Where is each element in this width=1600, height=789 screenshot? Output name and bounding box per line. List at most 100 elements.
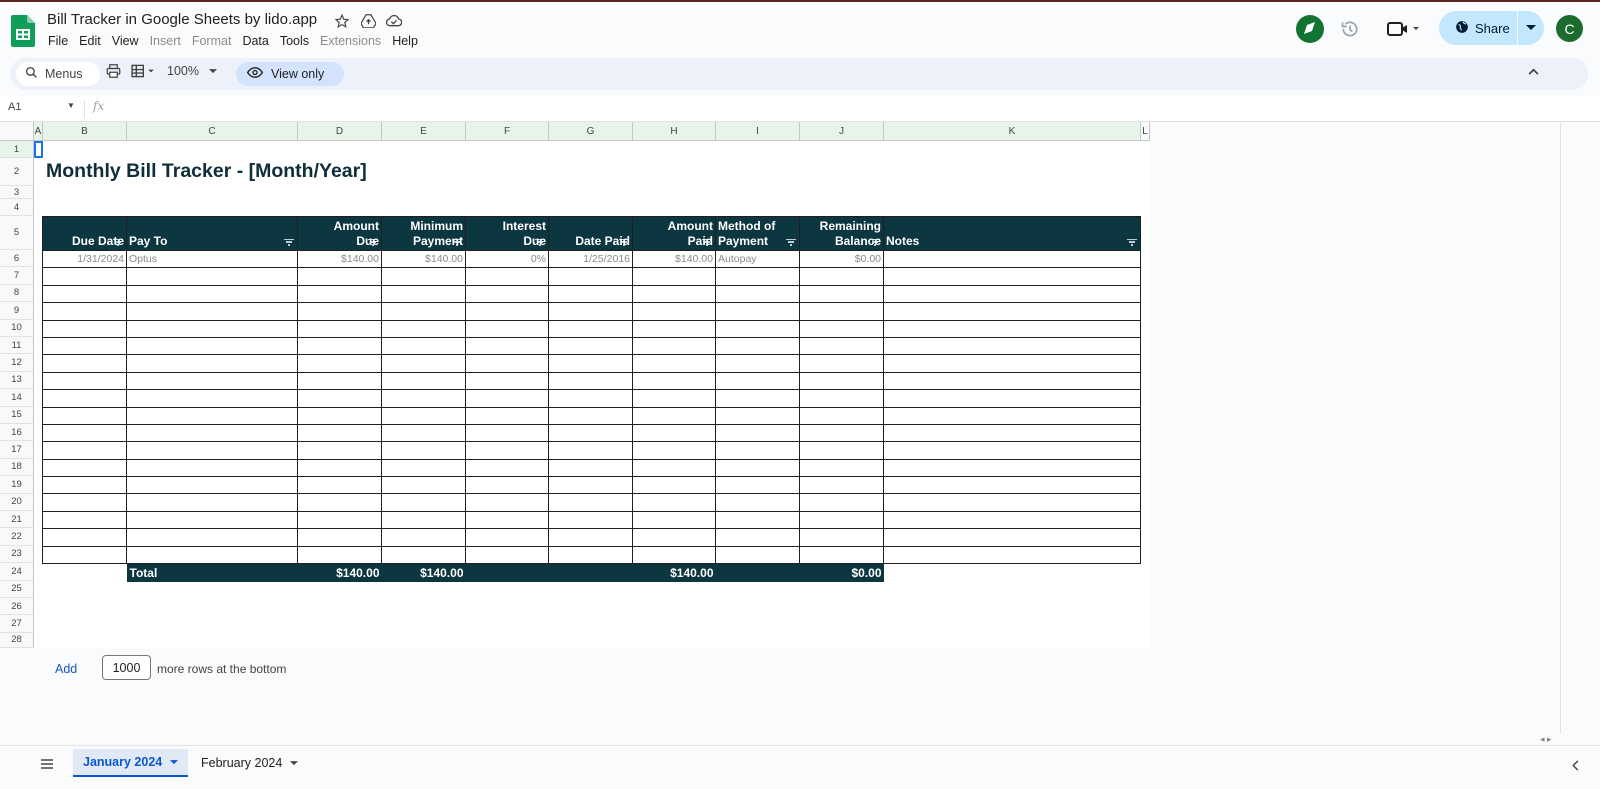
row-header[interactable]: 21 <box>0 511 34 529</box>
cell-interest-due[interactable] <box>465 423 549 443</box>
cell-remaining-balance[interactable] <box>799 319 884 338</box>
cell-pay-to[interactable] <box>126 528 298 547</box>
menu-tools[interactable]: Tools <box>280 34 309 48</box>
column-header-f[interactable]: F <box>466 122 549 141</box>
row-header[interactable]: 28 <box>0 632 34 648</box>
cell-remaining-balance[interactable] <box>799 284 884 304</box>
move-to-drive-icon[interactable] <box>360 13 376 29</box>
column-header-j[interactable]: J <box>800 122 884 141</box>
row-header[interactable]: 19 <box>0 476 34 494</box>
tab-february-2024[interactable]: February 2024 <box>191 749 308 777</box>
cell-remaining-balance[interactable] <box>799 354 884 373</box>
cell-method-of-payment[interactable] <box>715 267 800 286</box>
row-header[interactable]: 8 <box>0 284 34 303</box>
row-header[interactable]: 20 <box>0 493 34 511</box>
cell-due-date[interactable] <box>42 319 127 338</box>
cell-method-of-payment[interactable] <box>715 406 800 425</box>
cell-amount-due[interactable] <box>297 371 382 391</box>
menu-view[interactable]: View <box>112 34 139 48</box>
header-remaining-balance[interactable]: Remaining Balance <box>799 216 884 251</box>
cell-amount-due[interactable] <box>297 389 382 408</box>
cell-amount-due[interactable] <box>297 528 382 547</box>
cell-minimum-payment[interactable] <box>381 354 466 373</box>
cell-pay-to[interactable] <box>126 423 298 443</box>
cell-minimum-payment[interactable] <box>381 302 466 321</box>
cell-date-paid[interactable] <box>548 406 633 425</box>
cell-notes[interactable] <box>883 354 1141 373</box>
cell-method-of-payment[interactable] <box>715 336 800 356</box>
cell-pay-to[interactable] <box>126 302 298 321</box>
selected-cell-a1[interactable] <box>34 141 43 158</box>
cell-minimum-payment[interactable] <box>381 319 466 338</box>
star-icon[interactable] <box>334 13 350 29</box>
cell-date-paid[interactable] <box>548 319 633 338</box>
menu-extensions[interactable]: Extensions <box>320 34 381 48</box>
column-header-a[interactable]: A <box>34 122 43 141</box>
row-header[interactable]: 27 <box>0 615 34 633</box>
cell-date-paid[interactable] <box>548 476 633 495</box>
row-header[interactable]: 26 <box>0 598 34 616</box>
cell-notes[interactable] <box>883 510 1141 530</box>
cell-date-paid[interactable] <box>548 510 633 530</box>
spreadsheet-grid[interactable]: A B C D E F G H I J K L 1 2 3 4 5 6 7 8 … <box>0 122 1150 648</box>
cell-amount-due[interactable] <box>297 284 382 304</box>
row-header[interactable]: 13 <box>0 371 34 390</box>
cell-remaining-balance[interactable] <box>799 493 884 512</box>
cell-pay-to[interactable] <box>126 284 298 304</box>
cell-method-of-payment[interactable] <box>715 476 800 495</box>
total-label[interactable]: Total <box>126 563 298 582</box>
comment-history-icon[interactable] <box>1296 15 1324 48</box>
cell-date-paid[interactable] <box>548 493 633 512</box>
row-header[interactable]: 25 <box>0 580 34 598</box>
menu-format[interactable]: Format <box>192 34 232 48</box>
cell-amount-paid[interactable] <box>632 302 716 321</box>
cell-date-paid[interactable] <box>548 267 633 286</box>
cell-interest-due[interactable] <box>465 458 549 478</box>
cell-remaining-balance[interactable] <box>799 302 884 321</box>
row-header[interactable]: 3 <box>0 186 34 199</box>
menu-edit[interactable]: Edit <box>79 34 101 48</box>
select-all-corner[interactable] <box>0 122 34 141</box>
header-amount-paid[interactable]: Amount Paid <box>632 216 716 251</box>
collapse-toolbar-icon[interactable] <box>1528 68 1539 75</box>
row-header[interactable]: 14 <box>0 389 34 407</box>
cell-blank[interactable] <box>42 563 127 582</box>
vertical-scrollbar[interactable] <box>1560 122 1568 734</box>
row-header[interactable]: 11 <box>0 337 34 355</box>
cell-pay-to[interactable] <box>126 354 298 373</box>
row-header[interactable]: 10 <box>0 319 34 337</box>
menu-data[interactable]: Data <box>242 34 268 48</box>
cell-pay-to[interactable] <box>126 476 298 495</box>
cell-amount-paid[interactable] <box>632 284 716 304</box>
cell-amount-paid[interactable] <box>632 441 716 460</box>
row-header[interactable]: 5 <box>0 216 34 250</box>
row-header[interactable]: 16 <box>0 424 34 442</box>
cell-method-of-payment[interactable] <box>715 441 800 460</box>
row-header[interactable]: 18 <box>0 458 34 477</box>
cell-amount-due[interactable] <box>297 319 382 338</box>
cell-due-date[interactable]: 1/31/2024 <box>42 249 127 269</box>
cell-minimum-payment[interactable] <box>381 458 466 478</box>
header-interest-due[interactable]: Interest Due <box>465 216 549 251</box>
cell-amount-due[interactable] <box>297 458 382 478</box>
format-table-icon[interactable] <box>131 64 157 78</box>
total-remaining-balance[interactable]: $0.00 <box>799 563 884 582</box>
cell-notes[interactable] <box>883 336 1141 356</box>
cell-minimum-payment[interactable] <box>381 267 466 286</box>
cell-remaining-balance[interactable] <box>799 528 884 547</box>
header-amount-due[interactable]: Amount Due <box>297 216 382 251</box>
cell-interest-due[interactable] <box>465 336 549 356</box>
sheet-title[interactable]: Monthly Bill Tracker - [Month/Year] <box>46 160 367 183</box>
row-header[interactable]: 24 <box>0 563 34 581</box>
cell-pay-to[interactable] <box>126 406 298 425</box>
cell-method-of-payment[interactable]: Autopay <box>715 249 800 269</box>
cell-pay-to[interactable] <box>126 336 298 356</box>
cell-pay-to[interactable] <box>126 545 298 565</box>
cell-notes[interactable] <box>883 545 1141 565</box>
share-dropdown-button[interactable] <box>1518 11 1544 45</box>
cell-amount-paid[interactable] <box>632 528 716 547</box>
cell-remaining-balance[interactable]: $0.00 <box>799 249 884 269</box>
cell-due-date[interactable] <box>42 406 127 425</box>
cloud-saved-icon[interactable] <box>386 13 402 29</box>
cell-remaining-balance[interactable] <box>799 371 884 391</box>
